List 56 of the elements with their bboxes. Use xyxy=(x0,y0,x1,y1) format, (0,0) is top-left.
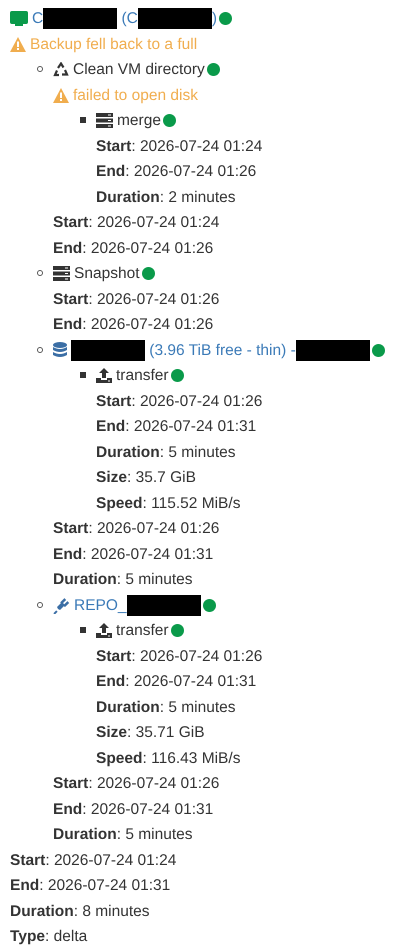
warning-message: failed to open disk xyxy=(73,86,198,106)
bullet-icon xyxy=(80,627,86,633)
detail-line: End: 2026-07-24 01:31 xyxy=(10,876,172,896)
detail-line: End: 2026-07-24 01:31 xyxy=(53,800,214,820)
detail-line: Speed: 115.52 MiB/s xyxy=(96,494,242,514)
detail-line: End: 2026-07-24 01:26 xyxy=(53,315,214,335)
detail-line: Start: 2026-07-24 01:24 xyxy=(10,850,178,870)
bullet-icon xyxy=(37,66,43,72)
detail-line: Duration: 5 minutes xyxy=(96,442,237,462)
detail-line: End: 2026-07-24 01:31 xyxy=(96,672,258,692)
detail-line: Duration: 2 minutes xyxy=(96,188,237,208)
detail-line: End: 2026-07-24 01:31 xyxy=(96,417,258,437)
task-link[interactable]: ) xyxy=(212,6,218,32)
detail-line: End: 2026-07-24 01:31 xyxy=(53,544,214,564)
server-icon xyxy=(53,266,70,282)
detail-line: End: 2026-07-24 01:26 xyxy=(96,162,258,182)
detail-line: Start: 2026-07-24 01:26 xyxy=(53,290,220,310)
bullet-icon xyxy=(80,372,86,378)
detail-line: Speed: 116.43 MiB/s xyxy=(96,748,242,768)
detail-line: Duration: 5 minutes xyxy=(53,825,194,845)
detail-line: Start: 2026-07-24 01:26 xyxy=(96,392,264,412)
detail-line: Duration: 5 minutes xyxy=(53,570,194,590)
plug-icon xyxy=(53,596,70,614)
recycle-icon xyxy=(53,62,69,78)
monitor-icon xyxy=(10,10,28,27)
server-icon xyxy=(96,113,113,128)
detail-line: Size: 35.7 GiB xyxy=(96,468,197,488)
detail-line: Start: 2026-07-24 01:26 xyxy=(53,519,220,539)
bullet-icon xyxy=(37,270,43,276)
upload-icon xyxy=(96,368,112,384)
warning-icon xyxy=(53,88,69,103)
database-icon xyxy=(53,342,67,358)
bullet-icon xyxy=(37,602,43,608)
warning-icon xyxy=(10,36,26,52)
bullet-icon xyxy=(37,346,43,352)
task-link[interactable]: (C xyxy=(117,6,138,32)
detail-line: Start: 2026-07-24 01:26 xyxy=(96,646,264,666)
task-link[interactable]: C xyxy=(32,6,44,32)
warning-message: Backup fell back to a full xyxy=(30,34,198,54)
detail-line: End: 2026-07-24 01:26 xyxy=(53,238,214,258)
task-title: Clean VM directory xyxy=(73,60,205,80)
task-title: transfer xyxy=(116,366,169,386)
task-link[interactable]: REPO_ xyxy=(74,592,127,618)
upload-icon xyxy=(96,623,112,638)
detail-line: Duration: 5 minutes xyxy=(96,698,237,718)
detail-line: Type: delta xyxy=(10,927,88,947)
task-link[interactable]: (3.96 TiB free - thin) - xyxy=(145,338,296,363)
task-title: merge xyxy=(117,111,161,131)
detail-line: Start: 2026-07-24 01:24 xyxy=(53,213,220,233)
detail-line: Start: 2026-07-24 01:26 xyxy=(53,774,220,794)
task-title: transfer xyxy=(116,621,169,641)
detail-line: Duration: 8 minutes xyxy=(10,902,151,922)
task-title: Snapshot xyxy=(74,264,140,284)
detail-line: Size: 35.71 GiB xyxy=(96,723,206,743)
bullet-icon xyxy=(80,117,86,123)
detail-line: Start: 2026-07-24 01:24 xyxy=(96,136,264,156)
